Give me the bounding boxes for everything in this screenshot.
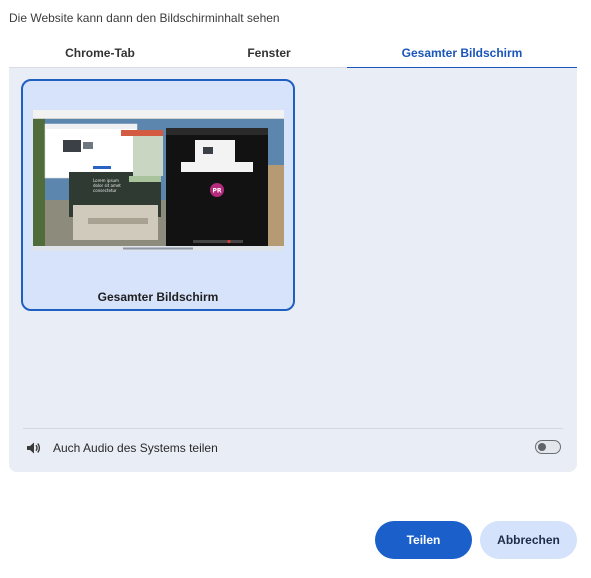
source-panel: Lorem ipsum dolor sit amet consectetur P… <box>9 68 577 472</box>
desktop-preview-image: Lorem ipsum dolor sit amet consectetur P… <box>33 110 284 251</box>
source-tabs: Chrome-Tab Fenster Gesamter Bildschirm <box>9 38 577 69</box>
system-audio-row: Auch Audio des Systems teilen <box>25 438 563 458</box>
svg-text:consectetur: consectetur <box>93 188 117 193</box>
svg-text:PR: PR <box>212 188 221 195</box>
entire-screen-source-card[interactable]: Lorem ipsum dolor sit amet consectetur P… <box>21 79 295 311</box>
toggle-knob <box>538 443 546 451</box>
tab-window[interactable]: Fenster <box>191 38 347 68</box>
system-audio-toggle[interactable] <box>535 440 561 454</box>
screen-thumbnail: Lorem ipsum dolor sit amet consectetur P… <box>33 110 284 251</box>
share-button[interactable]: Teilen <box>375 521 472 559</box>
system-audio-label: Auch Audio des Systems teilen <box>53 441 218 455</box>
tab-chrome-tab[interactable]: Chrome-Tab <box>9 38 191 68</box>
audio-divider <box>23 428 563 429</box>
tab-entire-screen[interactable]: Gesamter Bildschirm <box>347 38 577 69</box>
cancel-button[interactable]: Abbrechen <box>480 521 577 559</box>
speaker-icon <box>25 439 43 457</box>
dialog-subtitle: Die Website kann dann den Bildschirminha… <box>9 11 280 25</box>
entire-screen-label: Gesamter Bildschirm <box>97 290 219 304</box>
